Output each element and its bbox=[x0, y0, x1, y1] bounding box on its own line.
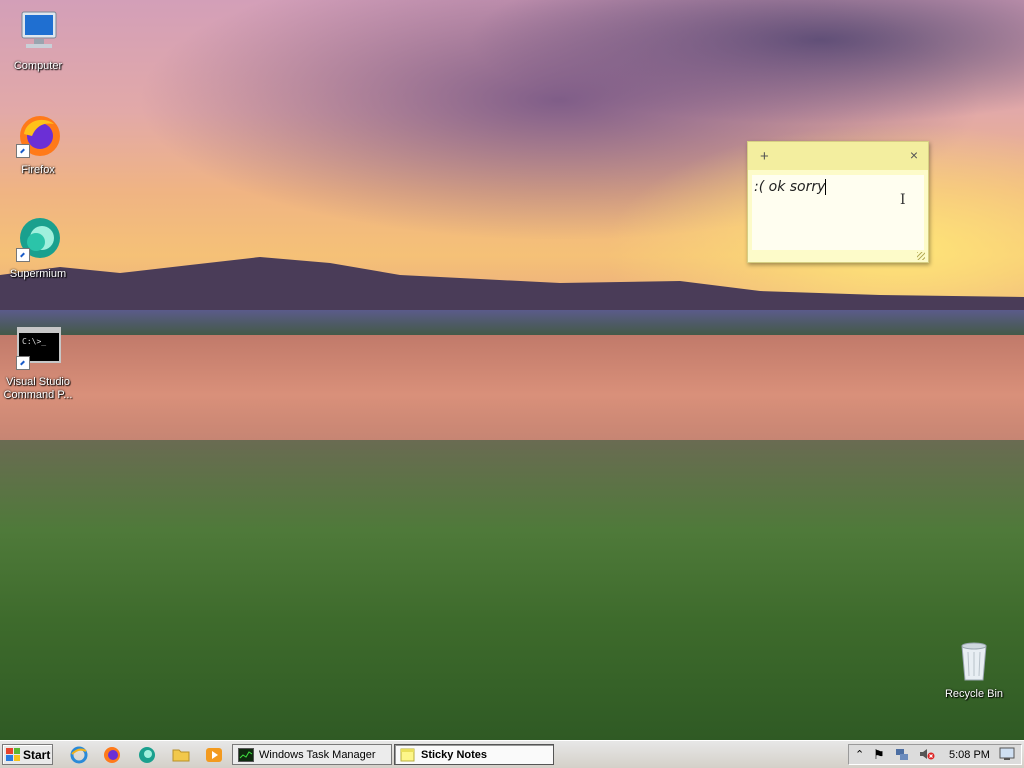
firefox-icon[interactable] bbox=[103, 746, 121, 764]
sticky-note-text: :( ok sorry bbox=[754, 179, 826, 195]
command-prompt-icon: C:\>_ bbox=[14, 324, 62, 372]
shortcut-arrow-icon bbox=[16, 248, 30, 262]
start-button[interactable]: Start bbox=[2, 744, 53, 765]
close-note-button[interactable]: × bbox=[910, 147, 918, 163]
desktop-wallpaper bbox=[0, 0, 1024, 740]
network-icon[interactable] bbox=[895, 747, 909, 764]
desktop-icon-vs-command-prompt[interactable]: C:\>_ Visual Studio Command P... bbox=[0, 324, 76, 402]
show-desktop-icon[interactable] bbox=[999, 747, 1015, 764]
supermium-icon[interactable] bbox=[138, 746, 156, 764]
desktop-icon-recycle-bin[interactable]: Recycle Bin bbox=[936, 636, 1012, 701]
sticky-note-text-area[interactable]: :( ok sorry bbox=[752, 175, 924, 250]
windows-logo-icon bbox=[6, 748, 20, 761]
media-player-icon[interactable] bbox=[205, 746, 223, 764]
clock-time[interactable]: 5:08 PM bbox=[949, 749, 990, 761]
task-manager-icon bbox=[238, 747, 254, 762]
sticky-note-window[interactable]: + × :( ok sorry I bbox=[747, 141, 929, 263]
svg-text:C:\>_: C:\>_ bbox=[22, 337, 46, 346]
sticky-notes-icon bbox=[400, 748, 415, 761]
text-caret bbox=[825, 179, 827, 195]
add-note-button[interactable]: + bbox=[760, 148, 769, 165]
task-sticky-notes[interactable]: Sticky Notes bbox=[394, 744, 554, 765]
shortcut-arrow-icon bbox=[16, 356, 30, 370]
volume-muted-icon[interactable] bbox=[919, 747, 935, 764]
ibeam-cursor-icon: I bbox=[900, 192, 906, 208]
folder-icon[interactable] bbox=[172, 746, 190, 764]
desktop-icon-firefox[interactable]: Firefox bbox=[0, 112, 76, 177]
shortcut-arrow-icon bbox=[16, 144, 30, 158]
action-center-flag-icon[interactable]: ⚑ bbox=[873, 747, 885, 763]
supermium-icon bbox=[14, 216, 62, 264]
computer-icon bbox=[14, 8, 62, 56]
ie-icon[interactable] bbox=[70, 746, 88, 764]
taskbar: Start Windows Task Manager Sticky Notes … bbox=[0, 740, 1024, 768]
recycle-bin-icon bbox=[950, 636, 998, 684]
start-label: Start bbox=[23, 747, 51, 762]
chevron-up-icon[interactable]: ⌃ bbox=[855, 748, 864, 761]
system-tray: ⌃ ⚑ 5:08 PM bbox=[848, 744, 1022, 765]
task-windows-task-manager[interactable]: Windows Task Manager bbox=[232, 744, 392, 765]
desktop-icon-label: Computer bbox=[13, 60, 63, 72]
desktop-icon-label: Recycle Bin bbox=[944, 688, 1004, 700]
firefox-icon bbox=[14, 112, 62, 160]
task-label: Windows Task Manager bbox=[259, 748, 376, 761]
desktop-icon-label: Firefox bbox=[21, 164, 55, 176]
resize-grip-icon[interactable] bbox=[917, 252, 925, 260]
desktop-icon-supermium[interactable]: Supermium bbox=[0, 216, 76, 281]
desktop-icon-label: Visual Studio Command P... bbox=[3, 376, 73, 401]
desktop-icon-computer[interactable]: Computer bbox=[0, 8, 76, 73]
task-label: Sticky Notes bbox=[421, 748, 488, 761]
desktop-icon-label: Supermium bbox=[9, 268, 67, 280]
sticky-note-titlebar[interactable]: + × bbox=[748, 142, 928, 170]
